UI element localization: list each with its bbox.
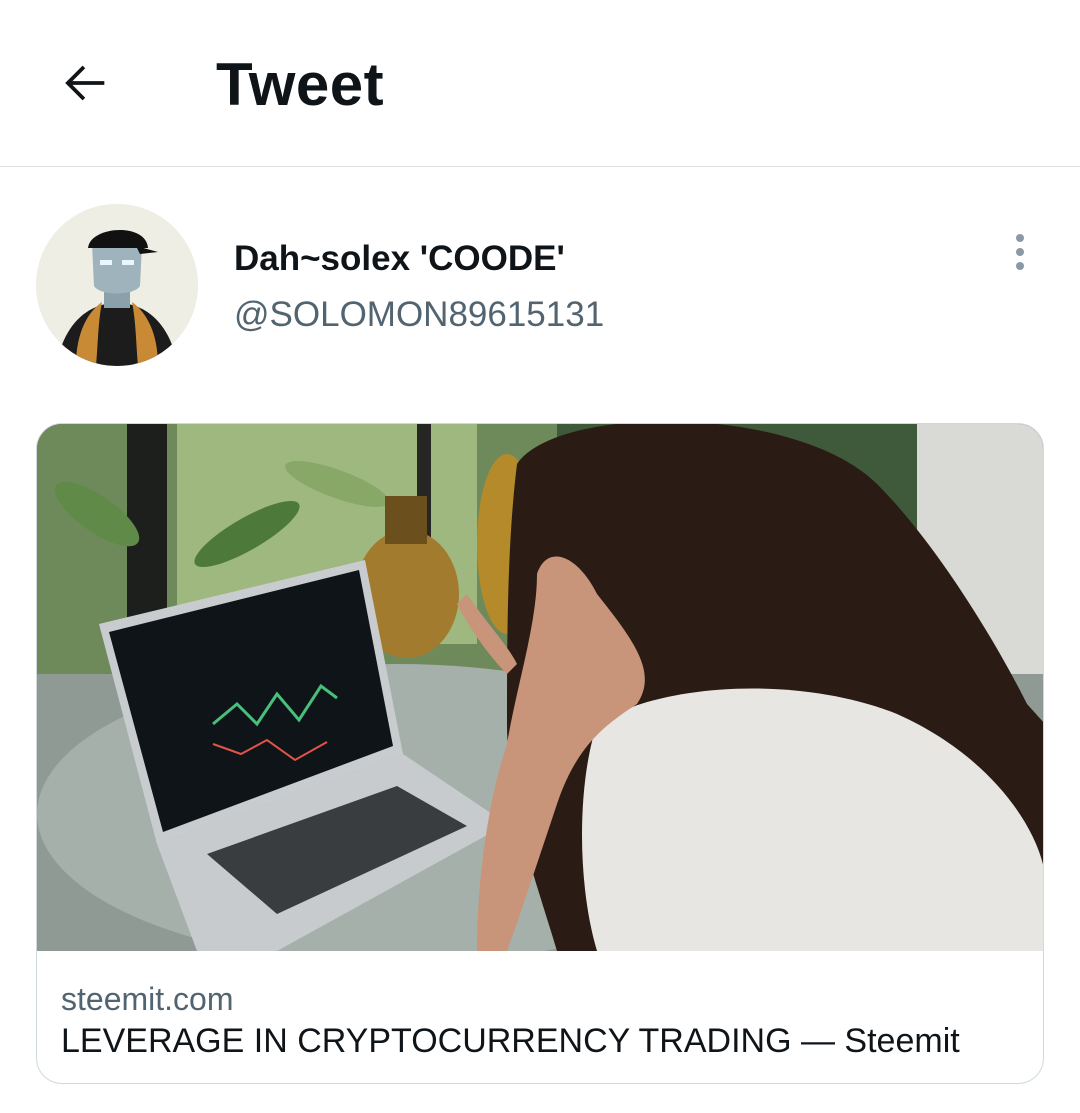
author-handle[interactable]: @SOLOMON89615131 — [234, 294, 604, 336]
top-bar: Tweet — [0, 0, 1080, 167]
link-card-title: LEVERAGE IN CRYPTOCURRENCY TRADING — Ste… — [61, 1022, 960, 1060]
more-vertical-icon — [1016, 234, 1024, 242]
link-preview-card[interactable]: steemit.com LEVERAGE IN CRYPTOCURRENCY T… — [36, 423, 1044, 1084]
avatar[interactable] — [36, 204, 198, 366]
arrow-left-icon — [65, 65, 105, 101]
more-options-button[interactable] — [996, 228, 1044, 276]
link-preview-image — [37, 424, 1043, 951]
back-button[interactable] — [52, 50, 118, 116]
author-display-name[interactable]: Dah~solex 'COODE' — [234, 238, 565, 280]
page-title: Tweet — [216, 51, 385, 118]
tweet-page: Tweet Dah~solex 'COODE' @SOLOMON89615131 — [0, 0, 1080, 1113]
link-card-domain: steemit.com — [61, 981, 234, 1017]
